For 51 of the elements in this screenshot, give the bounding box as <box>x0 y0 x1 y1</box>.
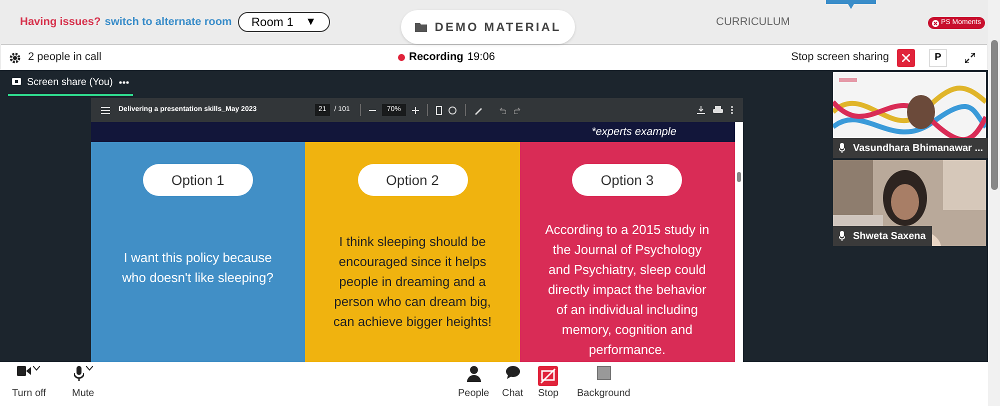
slide-caption: *experts example <box>592 124 676 140</box>
background-icon <box>596 366 611 380</box>
microphone-icon <box>839 231 845 241</box>
microphone-icon <box>839 143 845 153</box>
print-icon <box>712 106 722 114</box>
curriculum-link[interactable]: CURRICULUM <box>716 14 790 30</box>
option-label: Option 2 <box>358 164 468 196</box>
more-icon <box>118 80 129 84</box>
avatar-button[interactable]: P <box>929 48 947 66</box>
control-button[interactable]: Mute <box>72 366 94 400</box>
recording-time: 19:06 <box>467 50 495 66</box>
settings-icon <box>9 52 21 64</box>
issue-text: Having issues? <box>20 14 101 30</box>
demo-material-button[interactable]: DEMO MATERIAL <box>401 10 575 44</box>
scrollbar[interactable] <box>988 0 1000 406</box>
option-text: I think sleeping should be encouraged since it helps people in dreaming and a person who can dream big, can achieve bigger heights! <box>332 233 493 331</box>
zoom-in-icon <box>412 106 419 114</box>
option-text: I want this policy because who doesn't like sleeping? <box>121 249 275 287</box>
download-icon <box>696 106 704 114</box>
stop-sharing-button[interactable] <box>897 48 915 66</box>
participant-name: Vasundhara Bhimanawar ... <box>853 142 984 156</box>
stop-share-icon <box>538 366 558 386</box>
screen-icon <box>12 78 21 86</box>
option-label: Option 3 <box>572 164 682 196</box>
close-icon <box>902 54 910 62</box>
microphone-icon <box>74 366 84 381</box>
control-button[interactable]: Turn off <box>12 366 46 400</box>
option-text: According to a 2015 study in the Journal of Psychology and Psychiatry, sleep could directly impact the behavior of an individual including memory, cognition and performance. <box>544 221 710 359</box>
control-button[interactable]: Background <box>577 366 630 400</box>
undo-icon <box>498 106 506 114</box>
annotate-icon <box>474 106 483 114</box>
participant-name: Shweta Saxena <box>853 230 926 244</box>
control-button[interactable]: People <box>458 366 490 400</box>
close-icon <box>932 20 939 26</box>
control-button[interactable]: Stop <box>538 366 559 400</box>
person-icon <box>466 366 481 382</box>
people-count: 2 people in call <box>28 50 102 66</box>
room-select[interactable]: Room 1 ▼ <box>238 12 330 32</box>
callout-drawing <box>826 0 876 10</box>
folder-icon <box>414 22 427 32</box>
menu-icon <box>100 106 110 114</box>
stop-sharing-label: Stop screen sharing <box>791 50 889 66</box>
redo-icon <box>514 106 521 114</box>
camera-icon <box>17 366 32 376</box>
screen-share-tab[interactable]: Screen share (You) <box>8 70 133 96</box>
fit-page-icon <box>436 106 442 114</box>
option-label: Option 1 <box>142 164 253 196</box>
chat-bubble-icon <box>506 366 520 379</box>
expand-icon <box>965 52 975 62</box>
control-button[interactable]: Chat <box>502 366 524 400</box>
recording-label: Recording <box>409 50 464 66</box>
